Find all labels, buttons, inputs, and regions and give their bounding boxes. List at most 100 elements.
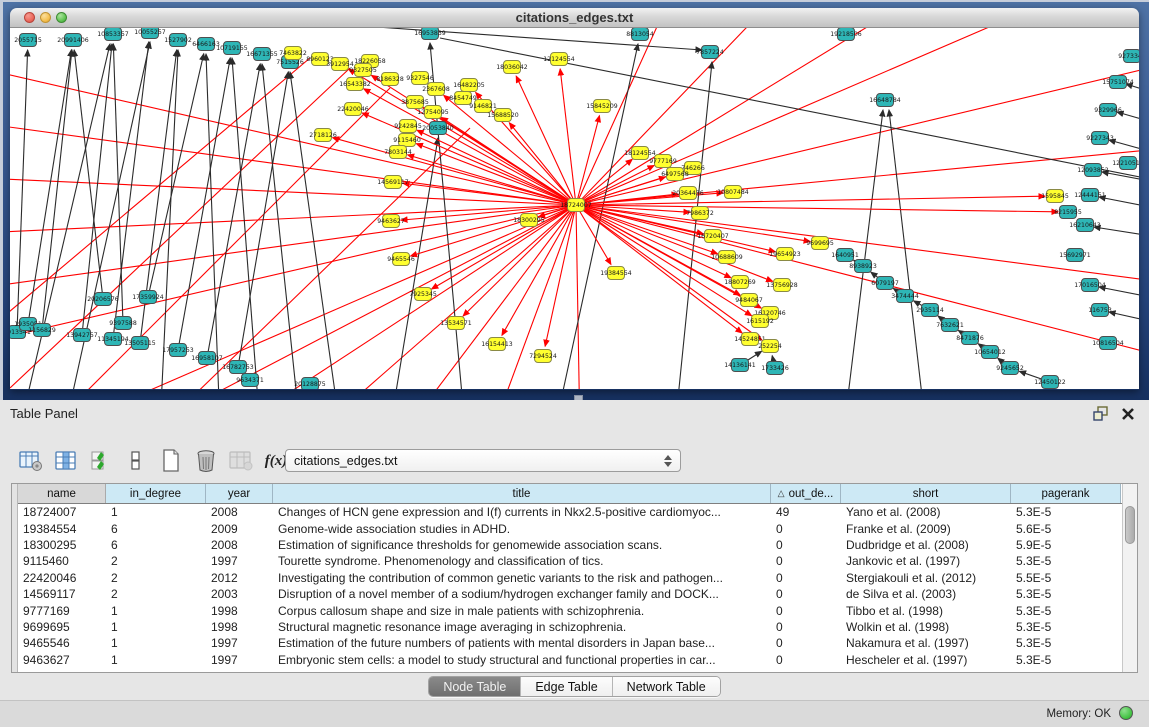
table-cell[interactable]: Disruption of a novel member of a sodium… [273, 586, 771, 602]
network-window-titlebar[interactable]: citations_edges.txt [10, 8, 1139, 28]
network-node[interactable]: 8471876 [956, 332, 984, 345]
column-header-short[interactable]: short [841, 484, 1011, 503]
edge-black[interactable] [207, 64, 260, 358]
table-cell[interactable]: 5.3E-5 [1011, 553, 1121, 569]
table-cell[interactable]: 5.5E-5 [1011, 570, 1121, 586]
edge-black[interactable] [178, 58, 230, 350]
table-cell[interactable]: Jankovic et al. (1997) [841, 553, 1011, 569]
network-node[interactable]: 7857224 [696, 46, 724, 59]
table-cell[interactable]: 2 [106, 570, 206, 586]
table-cell[interactable]: 1998 [206, 619, 273, 635]
network-node[interactable]: 2055715 [14, 34, 42, 47]
column-header-pagerank[interactable]: pagerank [1011, 484, 1121, 503]
table-cell[interactable]: 19384554 [18, 520, 106, 536]
table-cell[interactable]: 5.3E-5 [1011, 602, 1121, 618]
edge-black[interactable] [160, 50, 178, 389]
edge-black[interactable] [1094, 227, 1139, 235]
edge-red[interactable] [560, 69, 576, 205]
table-cell[interactable]: 1 [106, 619, 206, 635]
edge-red[interactable] [408, 155, 576, 205]
table-cell[interactable]: 14569117 [18, 586, 106, 602]
edge-black[interactable] [82, 44, 112, 335]
scrollbar-thumb[interactable] [1125, 506, 1135, 544]
table-cell[interactable]: 5.3E-5 [1011, 586, 1121, 602]
network-node[interactable]: 7803144 [384, 146, 412, 159]
table-cell[interactable]: Stergiakouli et al. (2012) [841, 570, 1011, 586]
edge-red[interactable] [576, 28, 670, 205]
table-cell[interactable]: 2 [106, 586, 206, 602]
table-row[interactable]: 946554611997Estimation of the future num… [18, 635, 1122, 651]
table-cell[interactable]: 2003 [206, 586, 273, 602]
table-cell[interactable]: 5.9E-5 [1011, 537, 1121, 553]
table-cell[interactable]: Dudbridge et al. (2008) [841, 537, 1011, 553]
table-cell[interactable]: 9115460 [18, 553, 106, 569]
edge-red[interactable] [10, 58, 310, 328]
table-cell[interactable]: Estimation of the future numbers of pati… [273, 635, 771, 651]
edge-black[interactable] [1109, 312, 1139, 320]
table-cell[interactable]: Structural magnetic resonance image aver… [273, 619, 771, 635]
table-cell[interactable]: 0 [771, 652, 841, 668]
table-cell[interactable]: 9465546 [18, 635, 106, 651]
vertical-scrollbar[interactable] [1122, 484, 1137, 672]
table-cell[interactable]: Changes of HCN gene expression and I(f) … [273, 504, 771, 520]
table-cell[interactable]: 6 [106, 520, 206, 536]
edge-black[interactable] [238, 72, 288, 367]
table-row[interactable]: 946362711997Embryonic stem cells: a mode… [18, 652, 1122, 668]
table-settings-icon[interactable] [18, 448, 44, 474]
table-cell[interactable]: 0 [771, 570, 841, 586]
tab-node-table[interactable]: Node Table [429, 677, 520, 696]
column-header-title[interactable]: title [273, 484, 771, 503]
network-node[interactable]: 20991406 [57, 34, 89, 47]
table-cell[interactable]: 0 [771, 537, 841, 553]
table-cell[interactable]: 1 [106, 652, 206, 668]
edge-black[interactable] [113, 44, 123, 323]
tab-network-table[interactable]: Network Table [612, 677, 720, 696]
table-cell[interactable]: Genome-wide association studies in ADHD. [273, 520, 771, 536]
network-node[interactable]: 16782753 [222, 361, 254, 374]
table-cell[interactable]: 49 [771, 504, 841, 520]
column-header-year[interactable]: year [206, 484, 273, 503]
table-source-select[interactable]: citations_edges.txt [285, 449, 681, 472]
table-cell[interactable]: 0 [771, 520, 841, 536]
network-node[interactable]: 15692971 [1059, 249, 1091, 262]
select-columns-icon[interactable] [53, 448, 79, 474]
network-node[interactable]: 16720407 [697, 230, 729, 243]
edge-black[interactable] [42, 50, 72, 330]
network-node[interactable]: 8813054 [626, 28, 654, 41]
tab-edge-table[interactable]: Edge Table [520, 677, 611, 696]
network-node[interactable]: 10654012 [974, 346, 1006, 359]
network-node[interactable]: 2718126 [309, 129, 337, 142]
rows-icon[interactable] [123, 448, 149, 474]
network-node[interactable]: 12450122 [1034, 376, 1066, 389]
network-window[interactable]: citations_edges.txt 2055715 20991406 10853… [10, 8, 1139, 390]
edge-red[interactable] [150, 128, 470, 389]
table-cell[interactable]: 18724007 [18, 504, 106, 520]
network-node[interactable]: 7632621 [936, 319, 964, 332]
table-cell[interactable]: Franke et al. (2009) [841, 520, 1011, 536]
network-node[interactable]: 7986372 [686, 207, 714, 220]
network-node[interactable]: 252254 [758, 340, 782, 353]
network-node[interactable]: 9227343 [1086, 132, 1114, 145]
delete-icon[interactable] [193, 448, 219, 474]
table-row[interactable]: 1830029562008Estimation of significance … [18, 537, 1122, 553]
network-node[interactable]: 10055257 [134, 28, 166, 39]
table-cell[interactable]: 5.3E-5 [1011, 619, 1121, 635]
network-node[interactable]: 10807484 [717, 186, 749, 199]
network-node[interactable]: 10853357 [97, 28, 129, 41]
network-node[interactable]: 8215955 [1054, 206, 1082, 219]
table-cell[interactable]: 1998 [206, 602, 273, 618]
network-node[interactable]: 9397588 [109, 317, 137, 330]
table-cell[interactable]: 1997 [206, 652, 273, 668]
network-node[interactable]: 10719155 [216, 42, 248, 55]
network-node[interactable]: 116753 [1088, 304, 1112, 317]
table-cell[interactable]: 1997 [206, 553, 273, 569]
table-cell[interactable]: Investigating the contribution of common… [273, 570, 771, 586]
table-row[interactable]: 977716911998Corpus callosum shape and si… [18, 602, 1122, 618]
table-cell[interactable]: 5.3E-5 [1011, 652, 1121, 668]
network-node[interactable]: 9329966 [1094, 104, 1122, 117]
network-node[interactable]: 9273341 [1118, 50, 1139, 63]
network-node[interactable]: 20128875 [294, 378, 326, 390]
close-panel-icon[interactable] [1121, 407, 1135, 421]
table-cell[interactable]: 1 [106, 504, 206, 520]
table-row[interactable]: 911546021997Tourette syndrome. Phenomeno… [18, 553, 1122, 569]
